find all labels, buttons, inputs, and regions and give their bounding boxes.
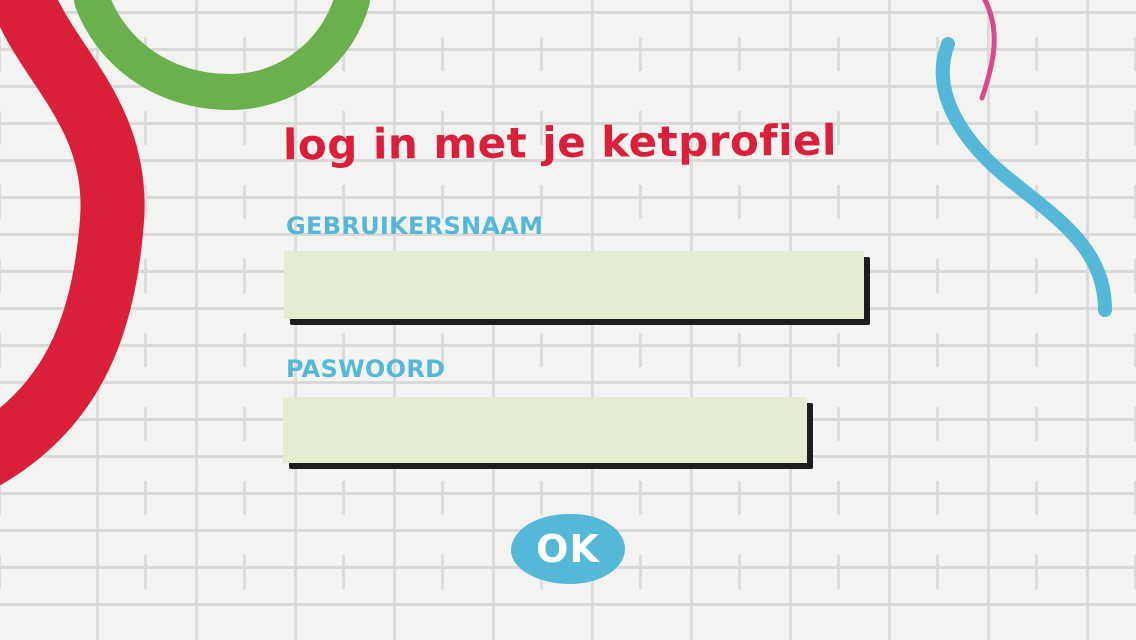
- red-swoosh-stroke: [0, 0, 145, 486]
- username-field-wrap: [284, 251, 870, 325]
- page-title: log in met je ketprofiel: [282, 115, 838, 170]
- green-arc-stroke: [74, 0, 370, 111]
- password-field-wrap: [283, 397, 813, 469]
- password-label: PASWOORD: [286, 355, 446, 383]
- username-label: GEBRUIKERSNAAM: [286, 212, 544, 240]
- username-field[interactable]: [284, 251, 864, 319]
- pink-line-stroke: [979, 0, 997, 101]
- password-field[interactable]: [283, 397, 807, 463]
- ok-button[interactable]: OK: [511, 514, 625, 584]
- ok-button-label: OK: [536, 527, 600, 571]
- blue-squiggle-stroke: [935, 37, 1112, 317]
